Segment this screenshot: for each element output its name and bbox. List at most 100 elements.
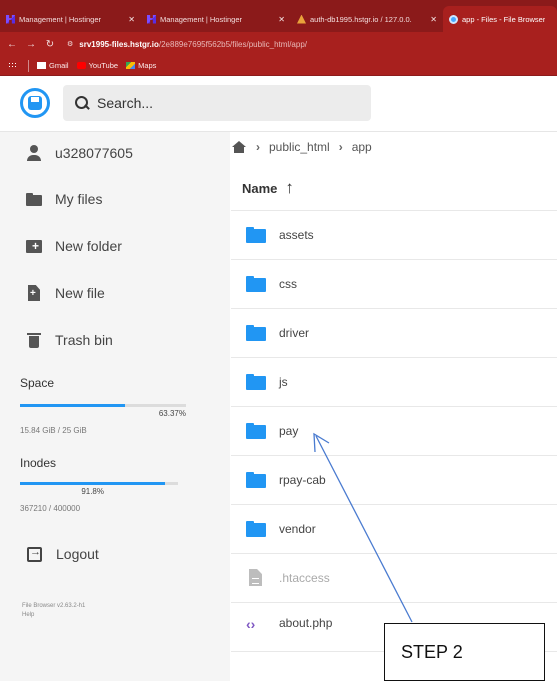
apps-button[interactable] — [8, 62, 20, 69]
sidebar-item-new-folder[interactable]: New folder — [0, 226, 230, 266]
logout-label: Logout — [56, 546, 99, 562]
file-name: about.php — [279, 616, 333, 630]
browser-tab-bar: Management | Hostinger ✕ Management | Ho… — [0, 0, 557, 32]
browser-tab-active[interactable]: app - Files - File Browser — [443, 6, 557, 32]
tab-label: Management | Hostinger — [160, 14, 242, 24]
phpmyadmin-icon — [297, 14, 306, 24]
sidebar-item-label: New folder — [55, 238, 122, 254]
sidebar: u328077605 My files New folder New file … — [0, 132, 230, 681]
sidebar-user[interactable]: u328077605 — [0, 133, 230, 173]
person-icon — [25, 144, 43, 162]
space-progress-bar — [20, 404, 186, 407]
youtube-icon — [76, 62, 86, 69]
bookmark-gmail[interactable]: Gmail — [37, 61, 69, 70]
folder-icon — [246, 227, 266, 243]
search-icon — [75, 96, 89, 110]
list-item[interactable]: js — [231, 357, 557, 407]
back-arrow-icon[interactable]: ← — [5, 39, 19, 50]
forward-arrow-icon[interactable]: → — [24, 39, 38, 50]
home-icon[interactable] — [232, 141, 246, 153]
file-name: rpay-cab — [279, 473, 326, 487]
folder-icon — [246, 374, 266, 390]
inodes-detail: 367210 / 400000 — [20, 504, 81, 513]
column-header-name: Name — [242, 180, 278, 196]
app-header — [0, 76, 557, 132]
space-percent: 63.37% — [158, 409, 186, 418]
filebrowser-logo-icon[interactable] — [20, 88, 50, 118]
inodes-progress-bar — [20, 482, 178, 485]
address-bar: ← → ↻ ⚙ srv1995-files.hstgr.io /2e889e76… — [0, 32, 557, 56]
sidebar-item-label: Trash bin — [55, 332, 113, 348]
close-icon[interactable]: ✕ — [128, 15, 135, 24]
help-link[interactable]: Help — [22, 611, 85, 620]
sort-by-name-header[interactable]: Name ↑ — [242, 178, 294, 198]
inodes-percent: 91.8% — [81, 487, 104, 496]
browser-tab-3[interactable]: auth-db1995.hstgr.io / 127.0.0. ✕ — [291, 6, 443, 32]
site-info-icon[interactable]: ⚙ — [67, 40, 73, 48]
code-icon: ‹› — [246, 616, 256, 632]
file-icon — [246, 570, 266, 586]
filebrowser-icon — [449, 14, 458, 24]
url-host: srv1995-files.hstgr.io — [79, 39, 159, 49]
arrow-up-icon: ↑ — [285, 178, 294, 197]
list-item[interactable]: css — [231, 259, 557, 309]
sidebar-user-label: u328077605 — [55, 145, 133, 161]
breadcrumb-item[interactable]: public_html — [269, 140, 330, 154]
list-item[interactable]: assets — [231, 210, 557, 260]
logout-button[interactable]: Logout — [0, 534, 230, 574]
browser-tab-2[interactable]: Management | Hostinger ✕ — [141, 6, 291, 32]
close-icon[interactable]: ✕ — [278, 15, 285, 24]
bookmark-youtube[interactable]: YouTube — [76, 61, 119, 70]
logout-icon — [27, 546, 42, 562]
url-path: /2e889e7695f562b5/files/public_html/app/ — [158, 39, 307, 49]
apps-grid-icon — [8, 62, 17, 69]
note-add-icon — [25, 284, 43, 302]
hostinger-icon — [147, 14, 156, 24]
list-item[interactable]: vendor — [231, 504, 557, 554]
space-progress-fill — [20, 404, 126, 407]
inodes-progress-fill — [20, 482, 166, 485]
folder-icon — [246, 521, 266, 537]
create-folder-icon — [25, 237, 43, 255]
tab-label: Management | Hostinger — [19, 14, 101, 24]
close-icon[interactable]: ✕ — [430, 15, 437, 24]
file-name: css — [279, 277, 297, 291]
list-item[interactable]: .htaccess — [231, 553, 557, 603]
file-name: pay — [279, 424, 299, 438]
list-item[interactable]: pay — [231, 406, 557, 456]
bookmark-label: Maps — [138, 61, 157, 70]
list-item[interactable]: driver — [231, 308, 557, 358]
sidebar-item-trash-bin[interactable]: Trash bin — [0, 320, 230, 360]
bookmark-label: Gmail — [49, 61, 69, 70]
bookmark-separator — [28, 59, 29, 72]
version-label: File Browser v2.63.2-h1 — [22, 603, 86, 609]
folder-icon — [246, 325, 266, 341]
inodes-label: Inodes — [20, 456, 57, 470]
gmail-icon — [37, 62, 46, 69]
reload-icon[interactable]: ↻ — [43, 39, 57, 50]
folder-icon — [246, 276, 266, 292]
url-field[interactable]: ⚙ srv1995-files.hstgr.io /2e889e7695f562… — [67, 40, 307, 49]
search-input[interactable] — [97, 95, 347, 111]
folder-icon — [25, 190, 43, 208]
list-item[interactable]: rpay-cab — [231, 455, 557, 505]
space-detail: 15.84 GiB / 25 GiB — [20, 426, 87, 435]
bookmark-maps[interactable]: Maps — [126, 61, 156, 70]
step-label-box: STEP 2 — [384, 623, 545, 681]
maps-icon — [126, 62, 136, 69]
file-name: driver — [279, 326, 310, 340]
sidebar-item-new-file[interactable]: New file — [0, 273, 230, 313]
version-text: File Browser v2.63.2-h1 Help — [22, 602, 85, 620]
file-list: assets css driver js pay rpay-cab vendor… — [231, 210, 557, 652]
file-name: vendor — [279, 522, 316, 536]
sidebar-item-my-files[interactable]: My files — [0, 179, 230, 219]
bookmark-label: YouTube — [88, 61, 119, 70]
trash-icon — [25, 331, 43, 349]
file-name: assets — [279, 228, 314, 242]
chevron-right-icon: › — [338, 140, 343, 154]
breadcrumb-item[interactable]: app — [352, 140, 372, 154]
space-label: Space — [20, 376, 55, 390]
search-box[interactable] — [63, 85, 371, 121]
hostinger-icon — [6, 14, 15, 24]
browser-tab-1[interactable]: Management | Hostinger ✕ — [0, 6, 141, 32]
